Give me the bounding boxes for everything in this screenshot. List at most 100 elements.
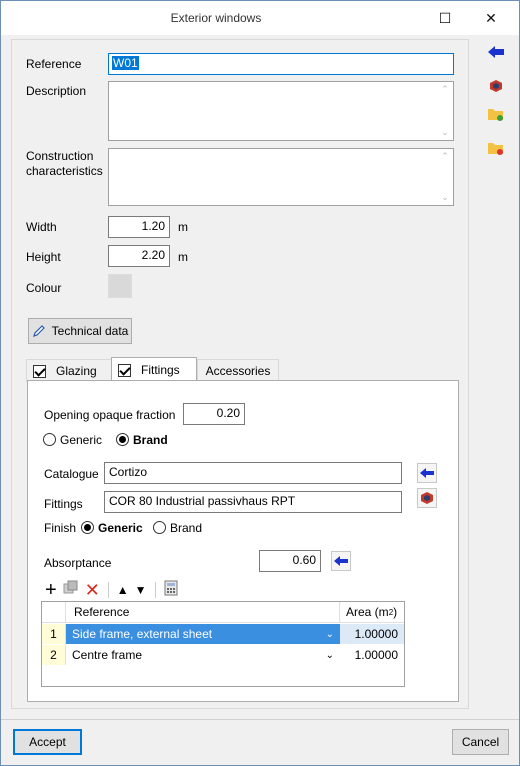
sidebar-catalogue-button[interactable] [485,75,507,97]
tab-fittings-label: Fittings [141,363,180,377]
reference-input[interactable]: W01 [108,53,454,75]
absorptance-label: Absorptance [44,556,112,570]
type-generic-radio[interactable] [43,433,56,446]
row-index[interactable]: 2 [42,645,66,665]
table-row-area-cell[interactable]: 1.00000 [340,624,404,644]
dialog-window: Exterior windows ☐ ✕ Reference W01 Descr… [0,0,520,766]
title-bar: Exterior windows ☐ ✕ [1,1,519,35]
type-brand-radio[interactable] [116,433,129,446]
pencil-icon [32,324,46,338]
construction-label-line2: characteristics [26,164,103,178]
type-brand-option[interactable]: Brand [116,433,168,447]
fittings-checkbox[interactable] [118,363,131,377]
fittings-catalogue-button[interactable] [417,488,437,508]
catalogue-cube-icon [421,492,433,504]
description-textarea[interactable]: ⌃ ⌄ [108,81,454,141]
fittings-label: Fittings [44,497,83,511]
scroll-down-icon[interactable]: ⌄ [441,127,449,138]
window-title: Exterior windows [170,11,262,25]
table-corner [42,602,66,623]
delete-icon[interactable]: ✕ [85,581,100,599]
reference-label: Reference [26,57,82,71]
catalogue-label: Catalogue [44,467,99,481]
tab-fittings[interactable]: Fittings [111,357,197,382]
tab-glazing[interactable]: Glazing [26,359,112,382]
column-header-area[interactable]: Area (m 2) [340,602,404,623]
arrow-left-icon [488,46,504,58]
finish-generic-radio[interactable] [81,521,94,534]
arrow-left-icon [420,468,434,478]
scroll-down-icon[interactable]: ⌄ [441,192,449,203]
accept-label: Accept [29,735,66,749]
width-input[interactable]: 1.20 [108,216,170,238]
finish-label: Finish [44,521,77,535]
maximize-button[interactable]: ☐ [433,7,457,29]
column-header-area-close: ) [393,605,398,619]
construction-label-line1: Construction [26,149,94,163]
finish-brand-option[interactable]: Brand [153,521,202,535]
fittings-table: Reference Area (m 2) 1 Side frame, extern… [41,601,405,687]
technical-data-label: Technical data [51,324,129,338]
width-unit: m [178,220,188,234]
tab-glazing-label: Glazing [56,364,97,378]
finish-brand-radio[interactable] [153,521,166,534]
fittings-input[interactable]: COR 80 Industrial passivhaus RPT [104,491,402,513]
catalogue-cube-icon [490,80,502,92]
absorptance-input[interactable]: 0.60 [259,550,321,572]
glazing-checkbox[interactable] [33,364,46,378]
table-row-area-cell[interactable]: 1.00000 [340,645,404,665]
chevron-down-icon[interactable]: ⌄ [326,650,334,661]
row-reference-text: Centre frame [72,648,143,662]
move-down-icon[interactable]: ▼ [135,583,147,597]
arrow-left-icon [334,556,348,566]
calculator-icon[interactable] [164,580,178,599]
finish-brand-label: Brand [170,521,203,535]
close-button[interactable]: ✕ [479,7,503,29]
footer-divider [1,719,519,720]
sidebar-import-button[interactable] [485,103,507,125]
colour-swatch[interactable] [108,274,132,298]
catalogue-input[interactable]: Cortizo [104,462,402,484]
width-label: Width [26,220,57,234]
colour-label: Colour [26,281,62,295]
height-label: Height [26,250,61,264]
description-scrollbar[interactable]: ⌃ ⌄ [437,82,453,140]
add-icon[interactable]: + [45,580,57,600]
accept-button[interactable]: Accept [13,729,82,755]
copy-icon[interactable] [63,580,79,599]
row-reference-text: Side frame, external sheet [72,627,213,641]
table-row-reference-cell[interactable]: Side frame, external sheet ⌄ [66,624,340,644]
opaque-fraction-label: Opening opaque fraction [44,408,176,422]
construction-label: Construction characteristics [26,149,103,179]
scroll-up-icon[interactable]: ⌃ [441,84,449,95]
table-row-reference-cell[interactable]: Centre frame ⌄ [66,645,340,665]
description-label: Description [26,84,87,98]
folder-import-icon [488,109,503,121]
reference-value: W01 [112,56,139,70]
technical-data-button[interactable]: Technical data [28,318,132,344]
finish-row: Finish [44,521,76,535]
finish-generic-label: Generic [98,521,143,535]
column-header-reference[interactable]: Reference [66,602,340,623]
separator [154,581,156,598]
tab-accessories[interactable]: Accessories [197,359,279,382]
construction-scrollbar[interactable]: ⌃ ⌄ [437,149,453,205]
type-generic-option[interactable]: Generic [43,433,102,447]
height-input[interactable]: 2.20 [108,245,170,267]
absorptance-select-button[interactable] [331,551,351,571]
chevron-down-icon[interactable]: ⌄ [326,629,334,640]
cancel-button[interactable]: Cancel [452,729,509,755]
folder-export-icon [488,143,503,155]
finish-generic-option[interactable]: Generic [81,521,143,535]
construction-textarea[interactable]: ⌃ ⌄ [108,148,454,206]
type-generic-label: Generic [60,433,103,447]
tab-accessories-label: Accessories [205,364,271,378]
sidebar-export-button[interactable] [485,137,507,159]
row-index[interactable]: 1 [42,624,66,644]
scroll-up-icon[interactable]: ⌃ [441,151,449,162]
opaque-fraction-input[interactable]: 0.20 [183,403,245,425]
catalogue-select-button[interactable] [417,463,437,483]
move-up-icon[interactable]: ▲ [117,583,129,597]
separator [107,581,109,598]
sidebar-back-button[interactable] [485,41,507,63]
